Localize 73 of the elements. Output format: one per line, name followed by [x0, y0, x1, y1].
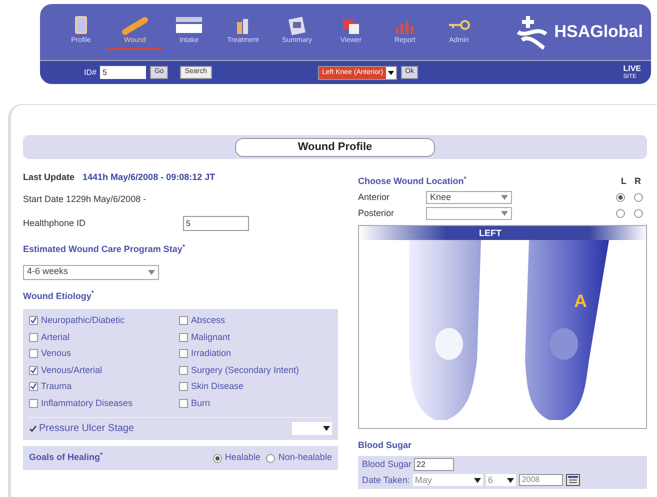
- location-row-label: Anterior: [358, 190, 390, 204]
- radio-button[interactable]: [616, 192, 625, 202]
- etiology-option: Surgery (Secondary Intent): [191, 364, 300, 377]
- etiology-label: Wound Etiology$^{*}$: [23, 290, 95, 303]
- last-update-value: 1441h May/6/2008 - 09:08:12 JT: [82, 171, 216, 184]
- pressure-ulcer-label: Pressure Ulcer Stage: [39, 422, 134, 436]
- calendar-icon[interactable]: [566, 474, 580, 486]
- pencil-icon: [121, 14, 149, 36]
- etiology-option: Irradiation: [191, 347, 232, 360]
- pressure-ulcer-select[interactable]: [292, 422, 332, 435]
- blood-sugar-label: Blood Sugar: [362, 458, 412, 471]
- caret-icon: [386, 68, 396, 76]
- location-label: Choose Wound Location$^{*}$: [358, 175, 466, 188]
- goal-option: Non-healable: [278, 451, 332, 465]
- checkbox[interactable]: [179, 382, 188, 392]
- healthphone-input[interactable]: 5: [183, 216, 249, 231]
- program-stay-label: Estimated Wound Care Program Stay$^{*}$: [23, 243, 186, 256]
- location-select[interactable]: Knee: [426, 190, 512, 204]
- radio-button[interactable]: [634, 209, 643, 218]
- side-header: R: [634, 175, 641, 188]
- caret-icon: [474, 478, 481, 483]
- goals-label: Goals of Healing$^{*}$: [29, 451, 103, 464]
- etiology-option: Burn: [191, 396, 210, 410]
- healthphone-label: Healthphone ID: [23, 216, 87, 230]
- checkbox[interactable]: [29, 332, 38, 342]
- checkbox[interactable]: [29, 382, 38, 392]
- checkbox[interactable]: [179, 332, 188, 342]
- etiology-option: Neuropathic/Diabetic: [41, 314, 125, 328]
- id-input[interactable]: 5: [100, 66, 146, 79]
- caret-icon: [322, 426, 330, 431]
- etiology-option: Arterial: [41, 330, 70, 344]
- last-update-label: Last Update: [23, 171, 75, 184]
- etiology-option: Trauma: [41, 380, 72, 394]
- checkbox[interactable]: [179, 316, 188, 326]
- checkbox[interactable]: [29, 398, 38, 408]
- program-stay-select[interactable]: 4-6 weeks: [23, 264, 159, 280]
- radio-button[interactable]: [212, 454, 222, 462]
- id-label: ID#: [84, 66, 96, 78]
- date-taken-label: Date Taken:: [362, 474, 410, 486]
- etiology-option: Skin Disease: [191, 380, 244, 394]
- day-select[interactable]: 6: [486, 474, 516, 486]
- wound-marker[interactable]: A: [574, 288, 587, 314]
- checkbox[interactable]: [179, 349, 188, 358]
- radio-button[interactable]: [634, 192, 643, 202]
- caret-icon: [506, 478, 514, 483]
- caret-icon: [148, 270, 155, 274]
- goal-option: Healable: [224, 451, 260, 465]
- blood-sugar-input[interactable]: 22: [414, 458, 454, 472]
- blood-sugar-heading: Blood Sugar: [358, 438, 412, 452]
- side-label: LEFT: [478, 226, 502, 240]
- radio-button[interactable]: [616, 209, 625, 218]
- side-header: L: [621, 175, 626, 188]
- year-input[interactable]: 2008: [518, 474, 563, 486]
- brand-name: HSAGlobal: [554, 21, 643, 44]
- month-select[interactable]: May: [412, 474, 483, 486]
- etiology-option: Malignant: [191, 330, 230, 344]
- page-title: Wound Profile: [235, 138, 435, 156]
- radio-button[interactable]: [266, 454, 276, 462]
- caret-icon: [500, 211, 508, 216]
- check-icon[interactable]: [29, 425, 37, 432]
- etiology-option: Venous/Arterial: [41, 364, 102, 377]
- checkbox[interactable]: [179, 398, 188, 408]
- etiology-option: Inflammatory Diseases: [41, 396, 133, 410]
- etiology-option: Venous: [41, 347, 72, 360]
- start-date: Start Date 1229h May/6/2008 -: [23, 192, 148, 206]
- checkbox[interactable]: [29, 316, 38, 326]
- location-row-label: Posterior: [358, 207, 395, 220]
- etiology-option: Abscess: [191, 314, 226, 328]
- caret-icon: [500, 194, 508, 200]
- checkbox[interactable]: [179, 366, 188, 375]
- location-select[interactable]: [426, 207, 512, 220]
- checkbox[interactable]: [29, 366, 38, 375]
- checkbox[interactable]: [29, 349, 38, 358]
